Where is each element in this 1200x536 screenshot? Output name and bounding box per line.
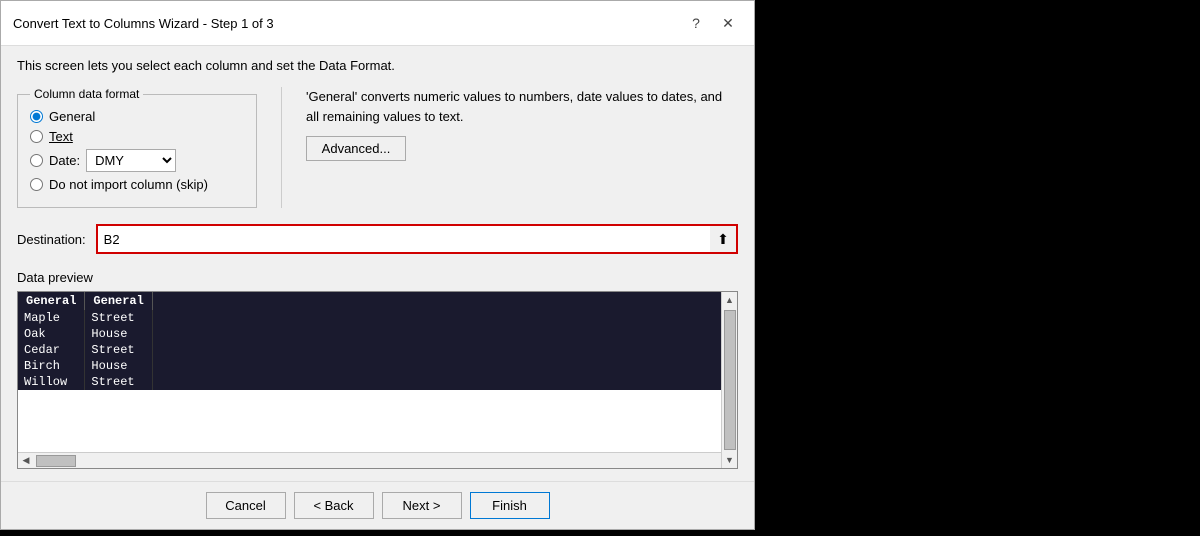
title-bar-controls: ? ✕ [682,9,742,37]
back-button[interactable]: < Back [294,492,374,519]
cell-street-1: Street [85,310,152,326]
wizard-dialog: Convert Text to Columns Wizard - Step 1 … [0,0,755,530]
intro-text: This screen lets you select each column … [17,58,738,73]
radio-date-row: Date: DMY MDY YMD YDM MYD DYM [30,149,244,172]
finish-button[interactable]: Finish [470,492,550,519]
table-row: Cedar Street [18,342,737,358]
cell-house-2: House [85,358,152,374]
radio-text-row: Text [30,129,244,144]
cell-house-1: House [85,326,152,342]
scroll-thumb-horizontal[interactable] [36,455,76,467]
close-icon: ✕ [722,15,734,32]
col-header-spacer [152,292,736,310]
date-format-select[interactable]: DMY MDY YMD YDM MYD DYM [86,149,176,172]
radio-date-label[interactable]: Date: [49,153,80,168]
main-content: Column data format General Text Date: [17,87,738,208]
cell-maple: Maple [18,310,85,326]
preview-scrollbar-horizontal[interactable]: ◀ ▶ [18,452,737,468]
preview-inner[interactable]: General General Maple Street [18,292,737,442]
left-panel: Column data format General Text Date: [17,87,257,208]
cell-empty-3 [152,342,736,358]
cell-willow: Willow [18,374,85,390]
destination-row: Destination: ⬆ [17,224,738,254]
cell-cedar: Cedar [18,342,85,358]
preview-table-wrap: General General Maple Street [17,291,738,469]
scroll-left-arrow[interactable]: ◀ [18,453,34,469]
col-header-2: General [85,292,152,310]
radio-general-row: General [30,109,244,124]
title-bar-left: Convert Text to Columns Wizard - Step 1 … [13,16,274,31]
cell-empty-4 [152,358,736,374]
cell-oak: Oak [18,326,85,342]
destination-collapse-button[interactable]: ⬆ [710,226,736,252]
title-bar: Convert Text to Columns Wizard - Step 1 … [1,1,754,46]
radio-skip[interactable] [30,178,43,191]
col-header-1: General [18,292,85,310]
scroll-up-arrow[interactable]: ▲ [722,292,738,308]
destination-input[interactable] [98,229,710,250]
preview-header-row: General General [18,292,737,310]
column-data-format-group: Column data format General Text Date: [17,87,257,208]
collapse-icon: ⬆ [717,231,729,248]
group-legend: Column data format [30,87,143,101]
help-icon: ? [692,15,700,31]
cell-empty-1 [152,310,736,326]
preview-table: General General Maple Street [18,292,737,390]
scroll-down-arrow[interactable]: ▼ [722,452,738,468]
dialog-body: This screen lets you select each column … [1,46,754,481]
preview-tbody: Maple Street Oak House [18,310,737,390]
help-button[interactable]: ? [682,9,710,37]
data-preview-label: Data preview [17,270,738,285]
cell-birch: Birch [18,358,85,374]
table-row: Willow Street [18,374,737,390]
table-row: Maple Street [18,310,737,326]
preview-scrollbar-vertical[interactable]: ▲ ▼ [721,292,737,468]
radio-text-label[interactable]: Text [49,129,73,144]
next-button[interactable]: Next > [382,492,462,519]
dialog-footer: Cancel < Back Next > Finish [1,481,754,529]
radio-general[interactable] [30,110,43,123]
table-row: Oak House [18,326,737,342]
cancel-button[interactable]: Cancel [206,492,286,519]
destination-label: Destination: [17,232,86,247]
cell-street-2: Street [85,342,152,358]
dialog-title: Convert Text to Columns Wizard - Step 1 … [13,16,274,31]
radio-general-label[interactable]: General [49,109,95,124]
cell-street-3: Street [85,374,152,390]
radio-skip-label[interactable]: Do not import column (skip) [49,177,208,192]
advanced-button[interactable]: Advanced... [306,136,406,161]
cell-empty-5 [152,374,736,390]
radio-date[interactable] [30,154,43,167]
description-text: 'General' converts numeric values to num… [306,87,738,126]
radio-text[interactable] [30,130,43,143]
close-button[interactable]: ✕ [714,9,742,37]
table-row: Birch House [18,358,737,374]
scroll-thumb-vertical[interactable] [724,310,736,450]
column-divider [281,87,282,208]
cell-empty-2 [152,326,736,342]
right-panel: 'General' converts numeric values to num… [306,87,738,161]
scroll-h-track[interactable] [34,453,721,468]
destination-input-wrap: ⬆ [96,224,738,254]
radio-skip-row: Do not import column (skip) [30,177,244,192]
data-preview-section: Data preview General General [17,270,738,469]
